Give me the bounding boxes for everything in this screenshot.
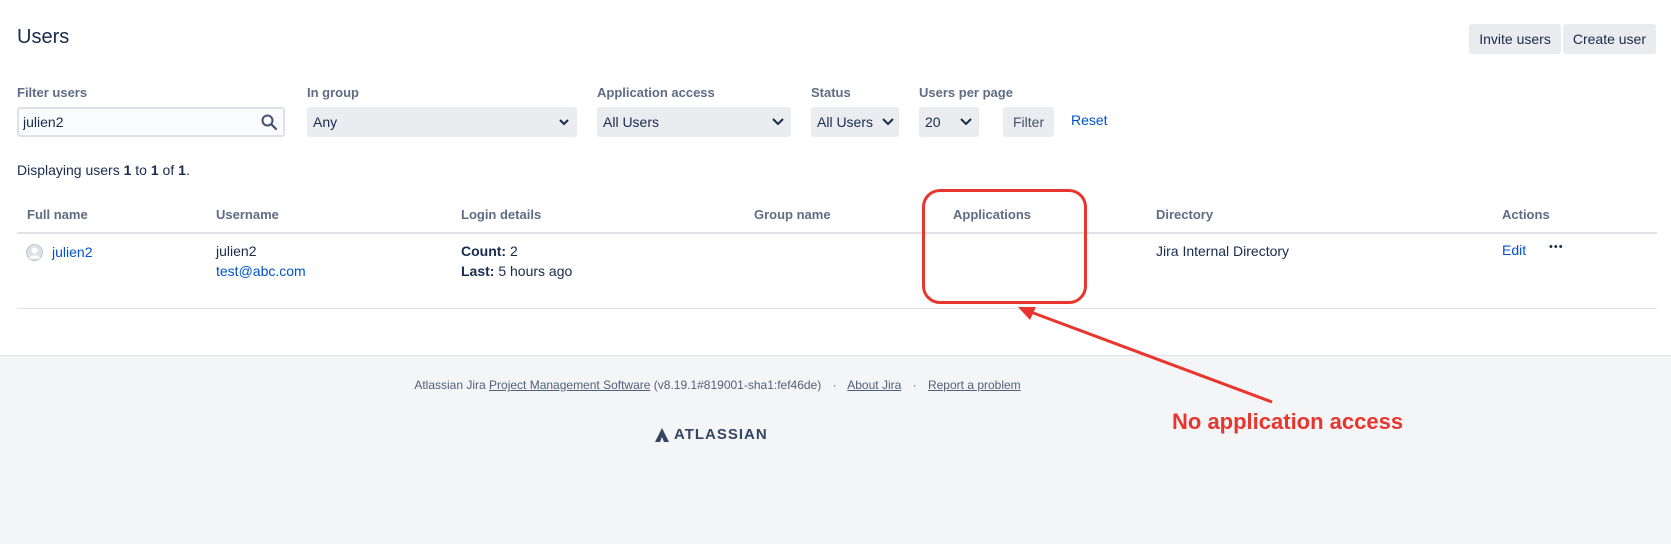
annotation-arrow-icon: [1018, 307, 1273, 404]
annotation-label: No application access: [1172, 409, 1404, 434]
